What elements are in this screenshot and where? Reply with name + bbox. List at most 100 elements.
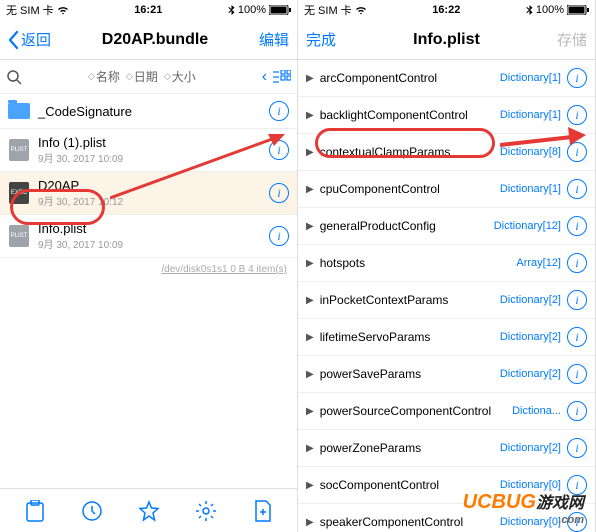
- info-button[interactable]: i: [269, 183, 289, 203]
- plist-type: Dictionary[0]: [500, 516, 561, 528]
- plist-row[interactable]: ▶ generalProductConfig Dictionary[12] i: [298, 208, 595, 245]
- plist-type: Dictionary[8]: [500, 146, 561, 158]
- disclosure-triangle-icon[interactable]: ▶: [306, 147, 314, 158]
- file-row-exec[interactable]: EXEC D20AP9月 30, 2017 10:12 i: [0, 172, 297, 215]
- recent-icon[interactable]: [80, 499, 104, 523]
- plist-type: Dictiona...: [512, 405, 561, 417]
- back-button[interactable]: 返回: [8, 29, 51, 50]
- disclosure-triangle-icon[interactable]: ▶: [306, 480, 314, 491]
- plist-row[interactable]: ▶backlightComponentControlDictionary[1]i: [298, 97, 595, 134]
- plist-key: powerZoneParams: [320, 441, 494, 455]
- done-button[interactable]: 完成: [306, 29, 336, 50]
- battery-pct: 100%: [238, 4, 266, 16]
- plist-row[interactable]: ▶ speakerComponentControl Dictionary[0] i: [298, 504, 595, 532]
- info-button[interactable]: i: [567, 401, 587, 421]
- back-history-icon[interactable]: ‹: [262, 68, 267, 86]
- plist-type: Dictionary[2]: [500, 442, 561, 454]
- carrier-label: 无 SIM 卡: [6, 2, 54, 18]
- disclosure-triangle-icon[interactable]: ▶: [306, 258, 314, 269]
- exec-icon: EXEC: [9, 182, 29, 204]
- plist-key: cpuComponentControl: [320, 182, 494, 196]
- plist-row[interactable]: ▶hotspotsArray[12]i: [298, 245, 595, 282]
- plist-row[interactable]: ▶powerSaveParamsDictionary[2]i: [298, 356, 595, 393]
- info-button[interactable]: i: [567, 438, 587, 458]
- bluetooth-icon: [228, 5, 235, 16]
- disclosure-triangle-icon[interactable]: ▶: [306, 406, 314, 417]
- sort-size[interactable]: ◇大小: [164, 68, 196, 85]
- battery-pct: 100%: [536, 4, 564, 16]
- battery-icon: [269, 5, 291, 15]
- new-file-icon[interactable]: [251, 499, 275, 523]
- file-row-plist[interactable]: PLIST Info (1).plist9月 30, 2017 10:09 i: [0, 129, 297, 172]
- plist-key: speakerComponentControl: [320, 515, 494, 529]
- plist-list: ▶arcComponentControlDictionary[1]i▶backl…: [298, 60, 595, 532]
- info-button[interactable]: i: [567, 68, 587, 88]
- info-button[interactable]: i: [269, 226, 289, 246]
- disclosure-triangle-icon[interactable]: ▶: [306, 517, 314, 528]
- plist-row[interactable]: ▶ cpuComponentControl Dictionary[1] i: [298, 171, 595, 208]
- status-bar: 无 SIM 卡 16:22 100%: [298, 0, 595, 20]
- info-button[interactable]: i: [567, 364, 587, 384]
- bottom-bar: [0, 488, 297, 532]
- plist-key: socComponentControl: [320, 478, 494, 492]
- favorite-icon[interactable]: [137, 499, 161, 523]
- plist-type: Array[12]: [516, 257, 561, 269]
- plist-type: Dictionary[2]: [500, 368, 561, 380]
- plist-key: arcComponentControl: [320, 71, 494, 85]
- info-button[interactable]: i: [567, 142, 587, 162]
- disclosure-triangle-icon[interactable]: ▶: [306, 295, 314, 306]
- info-button[interactable]: i: [567, 105, 587, 125]
- disclosure-triangle-icon[interactable]: ▶: [306, 73, 314, 84]
- bluetooth-icon: [526, 5, 533, 16]
- search-icon[interactable]: [6, 69, 22, 85]
- sort-date[interactable]: ◇日期: [126, 68, 158, 85]
- info-button[interactable]: i: [567, 216, 587, 236]
- plist-row[interactable]: ▶socComponentControlDictionary[0]i: [298, 467, 595, 504]
- back-label: 返回: [21, 29, 51, 50]
- plist-type: Dictionary[12]: [494, 220, 561, 232]
- disclosure-triangle-icon[interactable]: ▶: [306, 443, 314, 454]
- info-button[interactable]: i: [269, 101, 289, 121]
- info-button[interactable]: i: [567, 475, 587, 495]
- edit-button[interactable]: 编辑: [259, 29, 289, 50]
- sort-name[interactable]: ◇名称: [88, 68, 120, 85]
- info-button[interactable]: i: [567, 253, 587, 273]
- plist-type: Dictionary[2]: [500, 294, 561, 306]
- info-button[interactable]: i: [567, 179, 587, 199]
- nav-bar: 完成 Info.plist 存储: [298, 20, 595, 60]
- disclosure-triangle-icon[interactable]: ▶: [306, 369, 314, 380]
- page-title: Info.plist: [413, 31, 480, 49]
- file-row-folder[interactable]: _CodeSignature i: [0, 94, 297, 129]
- plist-type: Dictionary[2]: [500, 331, 561, 343]
- save-button[interactable]: 存储: [557, 29, 587, 50]
- file-row-plist-2[interactable]: PLIST Info.plist9月 30, 2017 10:09 i: [0, 215, 297, 258]
- info-button[interactable]: i: [567, 512, 587, 532]
- plist-row[interactable]: ▶ powerZoneParams Dictionary[2] i: [298, 430, 595, 467]
- plist-row[interactable]: ▶ lifetimeServoParams Dictionary[2] i: [298, 319, 595, 356]
- plist-key: generalProductConfig: [320, 219, 488, 233]
- plist-key: lifetimeServoParams: [320, 330, 494, 344]
- info-button[interactable]: i: [567, 327, 587, 347]
- clock: 16:22: [432, 4, 460, 16]
- disclosure-triangle-icon[interactable]: ▶: [306, 110, 314, 121]
- plist-row[interactable]: ▶inPocketContextParamsDictionary[2]i: [298, 282, 595, 319]
- right-pane: 无 SIM 卡 16:22 100% 完成 Info.plist 存储 ▶ arc…: [298, 0, 596, 532]
- status-bar: 无 SIM 卡 16:21 100%: [0, 0, 297, 20]
- plist-icon: PLIST: [9, 225, 29, 247]
- disclosure-triangle-icon[interactable]: ▶: [306, 221, 314, 232]
- grid-view-icon[interactable]: [273, 70, 291, 84]
- disclosure-triangle-icon[interactable]: ▶: [306, 332, 314, 343]
- page-title: D20AP.bundle: [102, 31, 208, 49]
- plist-row[interactable]: ▶arcComponentControlDictionary[1]i: [298, 60, 595, 97]
- clock: 16:21: [134, 4, 162, 16]
- left-pane: 无 SIM 卡 16:21 100% 返回 D20AP.bundle 编辑: [0, 0, 298, 532]
- disclosure-triangle-icon[interactable]: ▶: [306, 184, 314, 195]
- plist-row[interactable]: ▶powerSourceComponentControlDictiona...i: [298, 393, 595, 430]
- plist-type: Dictionary[1]: [500, 109, 561, 121]
- info-button[interactable]: i: [269, 140, 289, 160]
- plist-type: Dictionary[1]: [500, 183, 561, 195]
- info-button[interactable]: i: [567, 290, 587, 310]
- clipboard-icon[interactable]: [23, 499, 47, 523]
- plist-row[interactable]: ▶contextualClampParamsDictionary[8]i: [298, 134, 595, 171]
- settings-icon[interactable]: [194, 499, 218, 523]
